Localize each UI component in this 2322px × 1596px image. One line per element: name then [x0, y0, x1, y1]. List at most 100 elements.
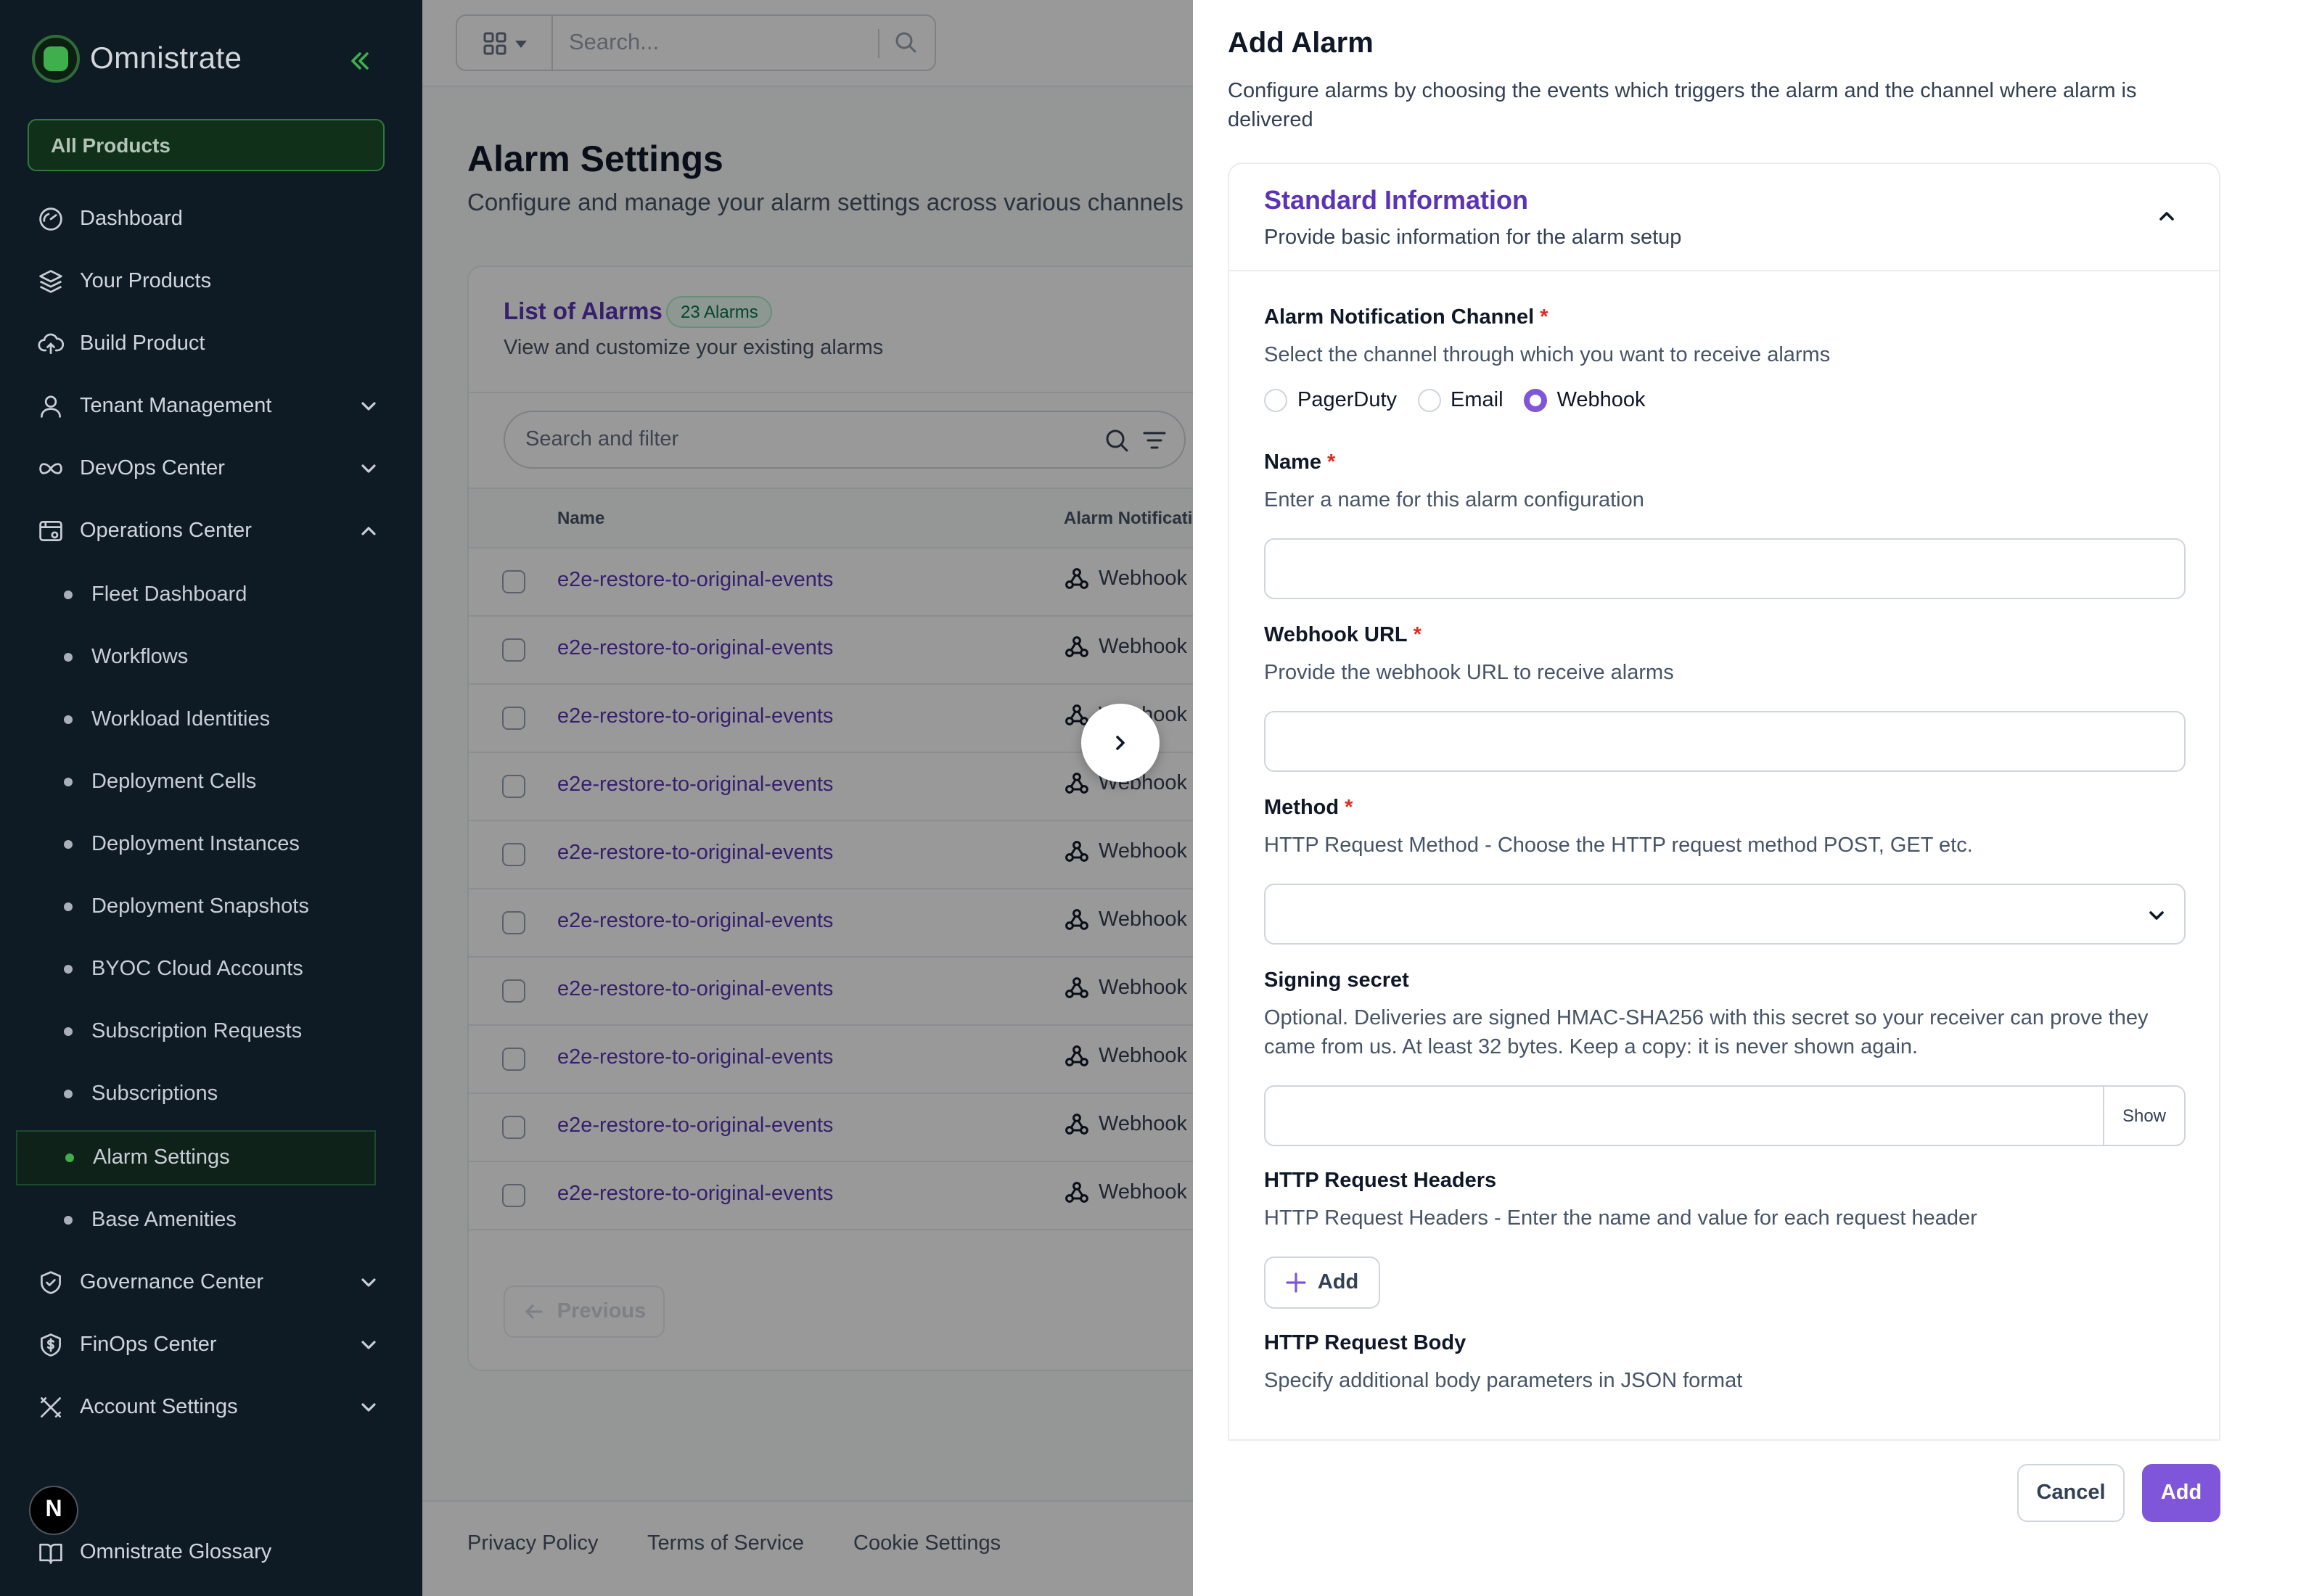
sidebar-subitem-label: BYOC Cloud Accounts	[91, 958, 303, 981]
sidebar-item-your-products[interactable]: Your Products	[20, 252, 401, 310]
sidebar-item-account-settings[interactable]: Account Settings	[20, 1378, 401, 1436]
collapse-sidebar-icon[interactable]	[345, 46, 374, 75]
sidebar-item-governance-center[interactable]: Governance Center	[20, 1254, 401, 1312]
sidebar-item-dashboard[interactable]: Dashboard	[20, 190, 401, 248]
sidebar-subitem-label: Deployment Instances	[91, 833, 300, 856]
sidebar-subitem-workflows[interactable]: Workflows	[20, 630, 401, 685]
radio-email[interactable]: Email	[1417, 389, 1503, 412]
chevron-down-icon	[361, 1403, 376, 1412]
chevron-right-icon	[1116, 736, 1125, 750]
infinity-icon	[39, 463, 62, 474]
sidebar: Omnistrate All Products Dashboard Your P…	[0, 0, 422, 1596]
sidebar-item-devops-center[interactable]: DevOps Center	[20, 440, 401, 498]
name-help: Enter a name for this alarm configuratio…	[1264, 489, 1644, 512]
logo-text: Omnistrate	[90, 41, 242, 75]
sidebar-subitem-deployment-cells[interactable]: Deployment Cells	[20, 754, 401, 810]
channel-help: Select the channel through which you wan…	[1264, 344, 1831, 367]
drawer-title: Add Alarm	[1228, 28, 1374, 59]
add-header-label: Add	[1317, 1271, 1359, 1294]
sidebar-subitem-label: Workload Identities	[91, 708, 271, 731]
channel-radio-group: PagerDuty Email Webhook	[1264, 389, 1666, 412]
sidebar-subitem-label: Deployment Snapshots	[91, 895, 309, 918]
show-secret-button[interactable]: Show	[2103, 1087, 2184, 1145]
sidebar-item-label: Dashboard	[80, 207, 183, 231]
bullet-icon	[65, 1153, 74, 1162]
chevron-down-icon	[361, 1278, 376, 1287]
radio-label: PagerDuty	[1297, 389, 1398, 412]
cloud-upload-icon	[38, 333, 64, 354]
gauge-icon	[39, 207, 62, 231]
sidebar-item-label: Operations Center	[80, 519, 252, 543]
radio-webhook[interactable]: Webhook	[1523, 389, 1646, 412]
sidebar-item-build-product[interactable]: Build Product	[20, 315, 401, 373]
logo[interactable]: Omnistrate	[32, 35, 242, 83]
sidebar-subitem-label: Alarm Settings	[93, 1146, 230, 1169]
add-header-button[interactable]: Add	[1264, 1256, 1380, 1309]
name-input[interactable]	[1264, 538, 2186, 599]
bullet-icon	[64, 1090, 73, 1098]
sidebar-subitem-base-amenities[interactable]: Base Amenities	[20, 1193, 401, 1248]
method-label: Method *	[1264, 797, 1353, 820]
headers-help: HTTP Request Headers - Enter the name an…	[1264, 1207, 1977, 1230]
sidebar-item-label: Account Settings	[80, 1396, 238, 1419]
radio-pagerduty[interactable]: PagerDuty	[1264, 389, 1397, 412]
sidebar-subitem-deployment-instances[interactable]: Deployment Instances	[20, 817, 401, 872]
sidebar-item-label: DevOps Center	[80, 457, 225, 480]
headers-label: HTTP Request Headers	[1264, 1169, 1497, 1193]
dollar-shield-icon	[41, 1333, 61, 1357]
expand-drawer-button[interactable]	[1081, 704, 1160, 782]
user-icon	[41, 395, 61, 418]
drawer-subtitle: Configure alarms by choosing the events …	[1228, 80, 2137, 132]
add-button[interactable]: Add	[2142, 1464, 2220, 1522]
radio-circle	[1417, 389, 1441, 412]
sidebar-subitem-subscriptions[interactable]: Subscriptions	[20, 1066, 401, 1122]
sidebar-subitem-label: Subscriptions	[91, 1082, 218, 1106]
sidebar-subitem-subscription-requests[interactable]: Subscription Requests	[20, 1004, 401, 1059]
bullet-icon	[64, 591, 73, 599]
sidebar-subitem-alarm-settings[interactable]: Alarm Settings	[16, 1130, 376, 1185]
radio-label: Email	[1451, 389, 1503, 412]
radio-circle	[1264, 389, 1287, 412]
glossary-label: Omnistrate Glossary	[80, 1541, 272, 1564]
section-subtitle: Provide basic information for the alarm …	[1264, 226, 1682, 250]
bullet-icon	[64, 902, 73, 911]
bullet-icon	[64, 653, 73, 662]
plus-icon	[1286, 1272, 1306, 1293]
book-icon	[39, 1543, 62, 1564]
calendar-settings-icon	[39, 521, 62, 541]
webhook-url-help: Provide the webhook URL to receive alarm…	[1264, 662, 1674, 685]
radio-label: Webhook	[1556, 389, 1646, 412]
layers-icon	[39, 270, 62, 293]
body-label: HTTP Request Body	[1264, 1332, 1466, 1355]
standard-information-section: Standard Information Provide basic infor…	[1228, 163, 2220, 1439]
webhook-url-label: Webhook URL *	[1264, 624, 1421, 647]
sidebar-subitem-byoc-cloud-accounts[interactable]: BYOC Cloud Accounts	[20, 942, 401, 997]
sidebar-item-finops-center[interactable]: FinOps Center	[20, 1316, 401, 1374]
cancel-button[interactable]: Cancel	[2017, 1464, 2125, 1522]
bullet-icon	[64, 715, 73, 724]
sidebar-subitem-fleet-dashboard[interactable]: Fleet Dashboard	[20, 567, 401, 622]
sidebar-subitem-workload-identities[interactable]: Workload Identities	[20, 692, 401, 747]
sidebar-item-operations-center[interactable]: Operations Center	[20, 502, 401, 560]
bullet-icon	[64, 1216, 73, 1225]
section-title: Standard Information	[1264, 186, 1529, 215]
chevron-down-icon	[361, 402, 376, 411]
omnistrate-logo-icon	[32, 35, 80, 83]
sidebar-item-label: Build Product	[80, 332, 205, 355]
sidebar-item-glossary[interactable]: Omnistrate Glossary	[38, 1539, 271, 1566]
sidebar-subitem-label: Deployment Cells	[91, 770, 257, 794]
radio-circle-selected	[1523, 389, 1547, 412]
body-help: Specify additional body parameters in JS…	[1264, 1370, 1743, 1393]
chevron-down-icon	[2149, 911, 2164, 920]
all-products-button[interactable]: All Products	[28, 119, 385, 171]
sidebar-item-tenant-management[interactable]: Tenant Management	[20, 377, 401, 435]
chevron-up-icon[interactable]	[2155, 205, 2178, 228]
signing-secret-input[interactable]: Show	[1264, 1085, 2186, 1146]
sidebar-item-label: Governance Center	[80, 1271, 264, 1294]
sidebar-subitem-deployment-snapshots[interactable]: Deployment Snapshots	[20, 879, 401, 934]
method-select[interactable]	[1264, 884, 2186, 945]
webhook-url-input[interactable]	[1264, 711, 2186, 772]
signing-secret-label: Signing secret	[1264, 969, 1409, 992]
avatar[interactable]: N	[29, 1486, 78, 1535]
sidebar-item-label: Your Products	[80, 270, 212, 293]
